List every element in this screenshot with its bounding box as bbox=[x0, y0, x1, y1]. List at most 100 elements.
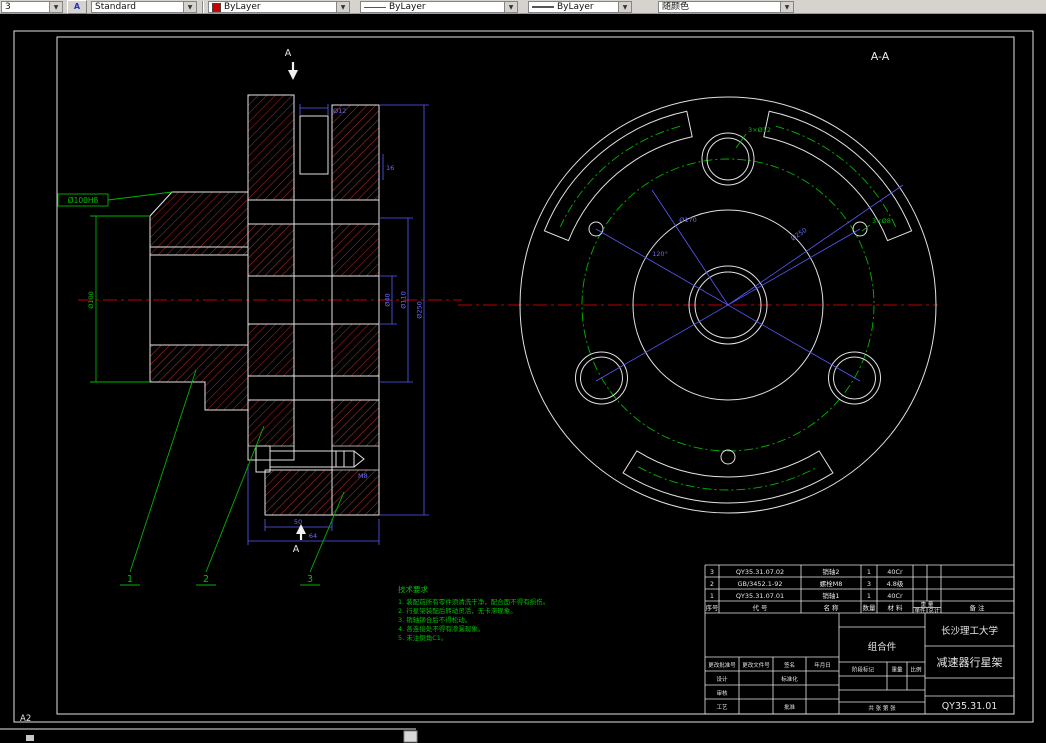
style-combo[interactable]: Standard ▼ bbox=[91, 1, 197, 13]
part-seq: 1 bbox=[710, 592, 714, 600]
balloon-2: 2 bbox=[203, 574, 209, 585]
part-qty: 1 bbox=[867, 568, 871, 576]
note-line: 5. 未注倒角C1。 bbox=[398, 633, 447, 642]
role-design: 设计 bbox=[716, 675, 728, 683]
col-material: 材 料 bbox=[887, 603, 903, 612]
dim-label: Ø250 bbox=[416, 301, 424, 319]
color-combo[interactable]: ByLayer ▼ bbox=[208, 1, 350, 13]
part-name: 螺栓M8 bbox=[820, 579, 843, 588]
parts-table: 3 QY35.31.07.02 销轴2 1 40Cr 2 GB/3452.1-9… bbox=[706, 567, 986, 615]
drawing-number: QY35.31.01 bbox=[942, 701, 998, 712]
pin-holes bbox=[575, 132, 881, 465]
chevron-down-icon[interactable]: ▼ bbox=[183, 2, 196, 12]
part-qty: 1 bbox=[867, 592, 871, 600]
dim-label: Ø250 bbox=[789, 226, 808, 242]
stage-label: 阶段标记 bbox=[852, 666, 875, 674]
front-section-view[interactable]: Ø40 Ø110 Ø250 Ø12 16 50 64 M8 Ø100 Ø100H… bbox=[57, 48, 462, 586]
dim-label: 16 bbox=[386, 164, 394, 172]
linetype-sample-icon bbox=[364, 6, 386, 8]
fit-callout-label: Ø100H8 bbox=[68, 196, 99, 205]
plotstyle-combo[interactable]: 随颜色 ▼ bbox=[658, 1, 794, 13]
scale-label: 比例 bbox=[910, 666, 922, 674]
col-weight: 重 量 bbox=[921, 600, 934, 608]
linetype-combo[interactable]: ByLayer ▼ bbox=[360, 1, 518, 13]
rev-col: 年月日 bbox=[814, 661, 831, 669]
university-label: 长沙理工大学 bbox=[941, 625, 998, 637]
title-block-right: 长沙理工大学 减速器行星架 QY35.31.01 bbox=[937, 625, 1003, 712]
part-material: 40Cr bbox=[887, 568, 903, 576]
section-mark-top-label: A bbox=[285, 48, 292, 59]
taskbar-icon bbox=[26, 735, 34, 741]
dim-label: Ø40 bbox=[384, 293, 392, 306]
lineweight-combo[interactable]: ByLayer ▼ bbox=[528, 1, 632, 13]
taskbar-icon[interactable] bbox=[403, 730, 418, 743]
lineweight-sample-icon bbox=[532, 6, 554, 8]
part-code: QY35.31.07.02 bbox=[736, 568, 784, 576]
rev-col: 更改文件号 bbox=[742, 661, 770, 669]
drawing-canvas[interactable]: Ø40 Ø110 Ø250 Ø12 16 50 64 M8 Ø100 Ø100H… bbox=[0, 14, 1046, 743]
part-code: GB/3452.1-92 bbox=[737, 580, 782, 588]
balloon-3: 3 bbox=[307, 574, 313, 585]
hole-callout-label: 3×Ø8 bbox=[872, 217, 891, 225]
col-qty: 数量 bbox=[863, 603, 877, 612]
section-mark-bottom-label: A bbox=[293, 544, 300, 555]
part-qty: 3 bbox=[867, 580, 871, 588]
section-view-a-a[interactable]: A-A Ø250 Ø170 120° 3×Ø12 3×Ø8 bbox=[458, 50, 938, 514]
rev-col: 签名 bbox=[784, 661, 795, 669]
col-seq: 序号 bbox=[706, 603, 720, 612]
layer-combo-value: 3 bbox=[5, 2, 11, 12]
col-unit: 单件 bbox=[914, 607, 926, 615]
text-style-button[interactable]: A bbox=[67, 0, 87, 14]
part-name: 销轴2 bbox=[822, 567, 839, 576]
role-craft: 工艺 bbox=[716, 704, 728, 711]
construction-lines: Ø250 Ø170 120° bbox=[595, 184, 904, 382]
part-seq: 2 bbox=[710, 580, 714, 588]
part-name: 销轴1 bbox=[822, 591, 839, 600]
col-name: 名 称 bbox=[823, 603, 839, 612]
note-line: 2. 行星架装配后转动灵活，无卡滞现象。 bbox=[398, 606, 517, 615]
hole-callout-label: 3×Ø12 bbox=[748, 126, 771, 134]
weight-label: 重量 bbox=[891, 666, 903, 674]
planet-pin bbox=[299, 115, 329, 175]
properties-toolbar: 3 ▼ A Standard ▼ ByLayer ▼ ByLayer ▼ ByL… bbox=[0, 0, 1046, 14]
hatched-sections bbox=[149, 94, 380, 516]
rev-col: 更改批准号 bbox=[708, 661, 736, 669]
part-material: 40Cr bbox=[887, 592, 903, 600]
part-seq: 3 bbox=[710, 568, 714, 576]
title-block: 3 QY35.31.07.02 销轴2 1 40Cr 2 GB/3452.1-9… bbox=[704, 564, 1014, 714]
part-title-label: 减速器行星架 bbox=[937, 656, 1003, 669]
chevron-down-icon[interactable]: ▼ bbox=[336, 2, 349, 12]
bolt bbox=[255, 445, 365, 473]
role-check: 审核 bbox=[716, 689, 728, 697]
col-total: 总计 bbox=[928, 607, 940, 615]
chevron-down-icon[interactable]: ▼ bbox=[504, 2, 517, 12]
linetype-combo-value: ByLayer bbox=[389, 2, 426, 12]
layer-combo[interactable]: 3 ▼ bbox=[1, 1, 63, 13]
color-combo-value: ByLayer bbox=[224, 2, 261, 12]
taskbar-fragment bbox=[0, 728, 418, 743]
part-code: QY35.31.07.01 bbox=[736, 592, 784, 600]
col-code: 代 号 bbox=[752, 603, 768, 612]
text-style-icon: A bbox=[73, 2, 81, 11]
chevron-down-icon[interactable]: ▼ bbox=[780, 2, 793, 12]
toolbar-separator bbox=[202, 1, 204, 13]
dim-label: 64 bbox=[309, 532, 317, 540]
plotstyle-combo-value: 随颜色 bbox=[662, 2, 690, 12]
sheet-count-label: 共 张 第 张 bbox=[868, 704, 896, 712]
style-combo-value: Standard bbox=[95, 2, 136, 12]
part-material: 4.8级 bbox=[887, 579, 904, 588]
color-swatch-icon bbox=[212, 2, 221, 12]
col-remark: 备 注 bbox=[969, 603, 985, 612]
chevron-down-icon[interactable]: ▼ bbox=[618, 2, 631, 12]
role-approve: 批准 bbox=[784, 703, 796, 711]
balloon-1: 1 bbox=[127, 574, 133, 585]
chevron-down-icon[interactable]: ▼ bbox=[49, 2, 62, 12]
lineweight-combo-value: ByLayer bbox=[557, 2, 594, 12]
dim-label: Ø170 bbox=[679, 216, 697, 224]
dim-label: Ø100 bbox=[87, 291, 95, 309]
dim-label: Ø12 bbox=[333, 107, 346, 115]
role-standardize: 标准化 bbox=[781, 675, 798, 683]
note-line: 4. 各连接处不得有渗漏现象。 bbox=[398, 624, 484, 633]
kidney-slots bbox=[543, 110, 913, 504]
note-line: 1. 装配前所有零件须清洗干净，配合面不得有损伤。 bbox=[398, 597, 549, 606]
